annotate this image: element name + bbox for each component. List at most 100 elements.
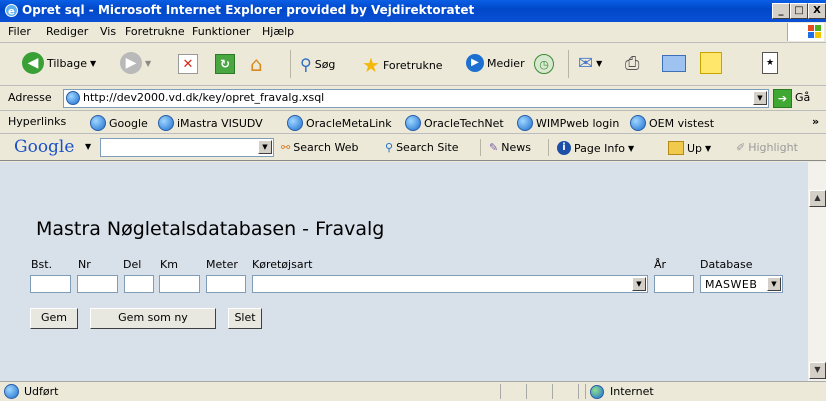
link-label: WIMPweb login bbox=[536, 116, 620, 130]
vertical-scrollbar[interactable]: ▲ ▼ bbox=[808, 162, 826, 381]
links-more-icon[interactable]: » bbox=[812, 115, 819, 128]
search-site-button[interactable]: ⚲ Search Site bbox=[385, 141, 458, 154]
link-oraclemetalink[interactable]: OracleMetaLink bbox=[287, 115, 392, 131]
link-oracletechnet[interactable]: OracleTechNet bbox=[405, 115, 504, 131]
status-pane bbox=[500, 384, 527, 399]
database-dropdown-icon[interactable]: ▼ bbox=[767, 277, 781, 291]
page-icon bbox=[90, 115, 106, 131]
link-imastra[interactable]: iMastra VISUDV bbox=[158, 115, 263, 131]
go-arrow-icon[interactable]: ➔ bbox=[773, 89, 792, 108]
page-icon bbox=[4, 384, 19, 399]
menu-rediger[interactable]: Rediger bbox=[46, 25, 88, 38]
history-icon[interactable]: ◷ bbox=[534, 54, 554, 74]
link-google[interactable]: Google bbox=[90, 115, 148, 131]
back-arrow-icon: ◀ bbox=[22, 52, 44, 74]
stop-icon[interactable]: ✕ bbox=[178, 54, 198, 74]
page-info-button[interactable]: i Page Info ▼ bbox=[557, 141, 634, 155]
up-dropdown-icon: ▼ bbox=[705, 143, 712, 153]
zone-label: Internet bbox=[610, 385, 654, 398]
menu-hjaelp[interactable]: Hjælp bbox=[262, 25, 294, 38]
highlight-button[interactable]: ✐ Highlight bbox=[736, 141, 798, 154]
go-button[interactable]: Gå bbox=[795, 91, 810, 104]
toolbar-separator bbox=[548, 139, 549, 156]
back-button[interactable]: ◀ Tilbage ▼ bbox=[22, 52, 96, 74]
edit-icon[interactable] bbox=[662, 55, 686, 72]
ar-input[interactable] bbox=[654, 275, 694, 293]
star-icon: ★ bbox=[362, 53, 380, 77]
media-button[interactable]: ▶ Medier bbox=[466, 54, 525, 72]
up-label: Up bbox=[687, 141, 703, 155]
news-button[interactable]: ✎ News bbox=[489, 141, 531, 154]
up-button[interactable]: Up ▼ bbox=[668, 141, 711, 155]
search-site-label: Search Site bbox=[396, 141, 459, 154]
media-label: Medier bbox=[487, 56, 525, 70]
meter-input[interactable] bbox=[206, 275, 246, 293]
database-select[interactable]: MASWEB ▼ bbox=[700, 275, 783, 293]
label-meter: Meter bbox=[206, 258, 238, 271]
page-icon bbox=[517, 115, 533, 131]
address-url: http://dev2000.vd.dk/key/opret_fravalg.x… bbox=[83, 91, 325, 104]
link-oem-vistest[interactable]: OEM vistest bbox=[630, 115, 714, 131]
scroll-up-icon[interactable]: ▲ bbox=[809, 190, 826, 207]
binoculars-icon: ⚯ bbox=[281, 141, 291, 154]
menu-filer[interactable]: Filer bbox=[8, 25, 31, 38]
refresh-icon[interactable]: ↻ bbox=[215, 54, 235, 74]
page-icon bbox=[158, 115, 174, 131]
toolbar-separator bbox=[290, 50, 291, 78]
label-ar: År bbox=[654, 258, 667, 271]
favorites-button[interactable]: ★ Foretrukne bbox=[362, 53, 443, 77]
news-icon: ✎ bbox=[489, 141, 499, 154]
link-label: OracleTechNet bbox=[424, 116, 504, 130]
discuss-icon[interactable] bbox=[700, 52, 722, 74]
google-search-input[interactable]: ▼ bbox=[100, 138, 274, 157]
google-search-dropdown-icon[interactable]: ▼ bbox=[258, 140, 272, 154]
status-bar: Udført Internet bbox=[0, 381, 826, 401]
forward-arrow-icon: ▶ bbox=[120, 52, 142, 74]
address-input[interactable]: http://dev2000.vd.dk/key/opret_fravalg.x… bbox=[63, 89, 769, 108]
page-icon bbox=[405, 115, 421, 131]
messenger-icon[interactable]: ★ bbox=[762, 52, 778, 74]
google-toolbar: Google ▼ ▼ ⚯ Search Web ⚲ Search Site ✎ New… bbox=[0, 134, 826, 161]
search-label: Søg bbox=[314, 58, 336, 71]
label-database: Database bbox=[700, 258, 753, 271]
maximize-button[interactable]: □ bbox=[790, 3, 808, 19]
page-info-label: Page Info bbox=[574, 141, 625, 155]
close-button[interactable]: X bbox=[808, 3, 826, 19]
toolbar-separator bbox=[568, 50, 569, 78]
status-pane bbox=[552, 384, 579, 399]
search-web-button[interactable]: ⚯ Search Web bbox=[281, 141, 359, 154]
menu-funktioner[interactable]: Funktioner bbox=[192, 25, 250, 38]
home-icon[interactable]: ⌂ bbox=[250, 52, 263, 76]
gem-button[interactable]: Gem bbox=[30, 308, 78, 329]
bst-input[interactable] bbox=[30, 275, 71, 293]
scroll-down-icon[interactable]: ▼ bbox=[809, 362, 826, 379]
km-input[interactable] bbox=[159, 275, 200, 293]
mail-button[interactable]: ✉ ▼ bbox=[578, 53, 602, 74]
gem-som-ny-button[interactable]: Gem som ny bbox=[90, 308, 216, 329]
koretojsart-dropdown-icon[interactable]: ▼ bbox=[632, 277, 646, 291]
slet-button[interactable]: Slet bbox=[228, 308, 262, 329]
link-label: OracleMetaLink bbox=[306, 116, 392, 130]
google-logo[interactable]: Google bbox=[14, 137, 74, 157]
address-bar: Adresse http://dev2000.vd.dk/key/opret_f… bbox=[0, 86, 826, 111]
search-button[interactable]: ⚲ Søg bbox=[300, 55, 335, 74]
link-label: OEM vistest bbox=[649, 116, 715, 130]
address-dropdown-icon[interactable]: ▼ bbox=[753, 91, 767, 105]
label-nr: Nr bbox=[78, 258, 91, 271]
del-input[interactable] bbox=[124, 275, 154, 293]
info-icon: i bbox=[557, 141, 571, 155]
koretojsart-select[interactable]: ▼ bbox=[252, 275, 648, 293]
print-icon[interactable]: ⎙ bbox=[625, 53, 639, 74]
minimize-button[interactable]: _ bbox=[772, 3, 790, 19]
address-label: Adresse bbox=[8, 91, 52, 104]
menu-foretrukne[interactable]: Foretrukne bbox=[125, 25, 185, 38]
label-bst: Bst. bbox=[31, 258, 53, 271]
forward-button[interactable]: ▶ ▼ bbox=[120, 52, 151, 74]
link-wimpweb[interactable]: WIMPweb login bbox=[517, 115, 619, 131]
search-web-label: Search Web bbox=[293, 141, 359, 154]
google-logo-dropdown-icon[interactable]: ▼ bbox=[85, 142, 91, 151]
links-label: Hyperlinks bbox=[8, 115, 67, 128]
nr-input[interactable] bbox=[77, 275, 118, 293]
page-info-dropdown-icon: ▼ bbox=[627, 143, 635, 153]
menu-vis[interactable]: Vis bbox=[100, 25, 116, 38]
